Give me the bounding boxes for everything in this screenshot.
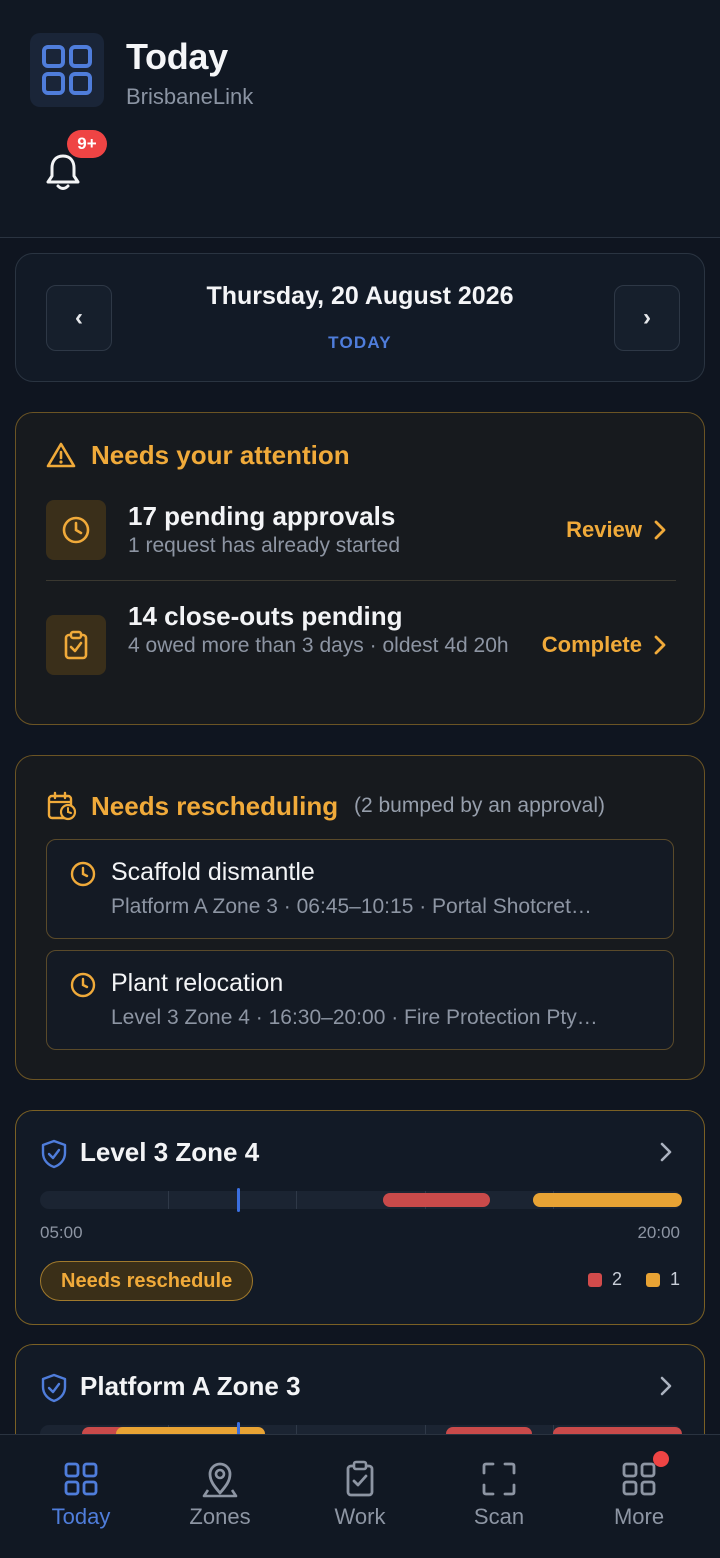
complete-button[interactable]: Complete — [542, 632, 666, 658]
rescheduling-card: Needs rescheduling (2 bumped by an appro… — [15, 755, 705, 1080]
attention-card: Needs your attention 17 pending approval… — [15, 412, 705, 725]
review-button[interactable]: Review — [566, 517, 666, 543]
app-header: Today BrisbaneLink 9+ — [0, 0, 720, 238]
task-title: Plant relocation — [111, 969, 284, 997]
shield-check-icon — [41, 1373, 67, 1403]
tab-label: Zones — [189, 1504, 251, 1529]
chevron-right-icon[interactable] — [658, 1375, 674, 1397]
tab-more[interactable]: More — [567, 1435, 711, 1558]
complete-label: Complete — [541, 632, 642, 657]
date-navigator: ‹ Thursday, 20 August 2026 TODAY › — [15, 253, 705, 382]
tab-label: Today — [51, 1504, 111, 1529]
chevron-right-icon — [654, 635, 666, 655]
tab-scan[interactable]: Scan — [427, 1435, 571, 1558]
today-indicator[interactable]: TODAY — [16, 333, 704, 353]
divider — [46, 580, 676, 581]
review-label: Review — [566, 517, 642, 542]
legend-swatch-pending — [645, 1272, 660, 1287]
booking-segment-pending[interactable] — [533, 1193, 682, 1207]
tab-label: Work — [334, 1504, 386, 1529]
zone-name: Level 3 Zone 4 — [80, 1137, 260, 1167]
booking-segment-conflict[interactable] — [383, 1193, 490, 1207]
approvals-title: 17 pending approvals — [128, 501, 396, 531]
zone-card[interactable]: Level 3 Zone 4 05:00 20:00 Needs resched… — [15, 1110, 705, 1325]
timeline-tick — [296, 1191, 297, 1209]
scan-icon — [482, 1462, 516, 1496]
task-details: Level 3 Zone 4 · 16:30–20:00 · Fire Prot… — [111, 1006, 598, 1029]
tab-today[interactable]: Today — [9, 1435, 153, 1558]
tab-work[interactable]: Work — [288, 1435, 432, 1558]
current-date: Thursday, 20 August 2026 — [206, 282, 514, 310]
rescheduling-note: (2 bumped by an approval) — [354, 794, 605, 817]
zone-name: Platform A Zone 3 — [80, 1371, 301, 1401]
task-item[interactable]: Plant relocation Level 3 Zone 4 · 16:30–… — [46, 950, 674, 1050]
current-time-marker — [237, 1188, 240, 1212]
clock-icon — [70, 972, 96, 998]
zone-legend: 2 1 — [587, 1269, 680, 1290]
rescheduling-title: Needs rescheduling — [91, 791, 339, 821]
status-badge[interactable]: Needs reschedule — [40, 1261, 254, 1301]
notification-badge: 9+ — [67, 130, 107, 158]
bottom-tab-bar: Today Zones Work Scan More — [0, 1434, 720, 1558]
legend-swatch-conflict — [587, 1272, 602, 1287]
next-day-button[interactable]: › — [614, 285, 680, 351]
warning-icon — [46, 442, 76, 468]
closeouts-sub: 4 owed more than 3 days · oldest 4d 20h — [128, 634, 509, 657]
attention-title: Needs your attention — [91, 440, 350, 470]
clock-icon — [70, 861, 96, 887]
calendar-clock-icon — [47, 791, 77, 821]
page-title: Today — [126, 36, 228, 77]
clipboard-check-icon — [46, 615, 106, 675]
approvals-sub: 1 request has already started — [128, 534, 400, 557]
apps-icon — [622, 1462, 656, 1496]
task-details: Platform A Zone 3 · 06:45–10:15 · Portal… — [111, 895, 592, 918]
bell-icon[interactable] — [44, 152, 82, 192]
timeline-end: 20:00 — [637, 1223, 680, 1242]
notification-dot — [653, 1451, 669, 1467]
app-grid-icon[interactable] — [30, 33, 104, 107]
chevron-right-icon — [654, 520, 666, 540]
tab-label: More — [613, 1504, 665, 1529]
map-pin-icon — [202, 1462, 238, 1498]
timeline-tick — [168, 1191, 169, 1209]
timeline-start: 05:00 — [40, 1223, 83, 1242]
closeouts-title: 14 close-outs pending — [128, 601, 403, 631]
clipboard-check-icon — [346, 1460, 374, 1497]
zone-timeline — [40, 1191, 682, 1209]
legend-count: 2 — [611, 1269, 622, 1289]
project-name: BrisbaneLink — [126, 84, 254, 109]
shield-check-icon — [41, 1139, 67, 1169]
task-item[interactable]: Scaffold dismantle Platform A Zone 3 · 0… — [46, 839, 674, 939]
tab-zones[interactable]: Zones — [148, 1435, 292, 1558]
grid-icon — [64, 1462, 98, 1496]
chevron-right-icon[interactable] — [658, 1141, 674, 1163]
tab-label: Scan — [473, 1504, 525, 1529]
legend-count: 1 — [669, 1269, 680, 1289]
task-title: Scaffold dismantle — [111, 858, 315, 886]
clock-icon — [46, 500, 106, 560]
